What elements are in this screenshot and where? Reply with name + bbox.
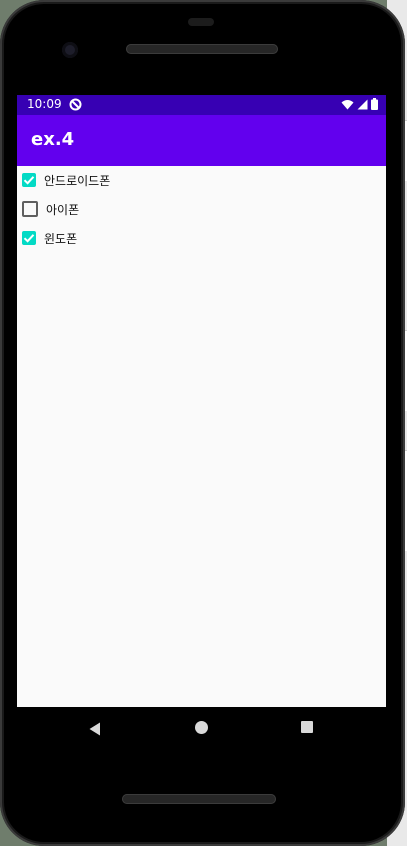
checkbox-label: 윈도폰 [44,231,78,246]
home-icon[interactable] [195,721,208,734]
back-icon[interactable] [89,721,101,740]
bottom-speaker [122,794,276,804]
checkbox-unchecked-icon[interactable] [22,201,38,217]
wifi-icon [341,99,354,109]
status-icons [341,98,378,110]
status-bar: 10:09 [17,95,386,115]
battery-icon [371,98,378,110]
recents-icon[interactable] [301,721,313,733]
app-notification-icon [69,98,82,114]
checkbox-label: 안드로이드폰 [44,173,111,188]
status-time: 10:09 [27,97,62,111]
checkbox-checked-icon[interactable] [22,173,36,187]
phone-screen: 10:09 ex.4 안드로이드폰 아이폰 윈도폰 [17,95,386,748]
checkbox-windows[interactable]: 윈도폰 [22,224,77,252]
checkbox-checked-icon[interactable] [22,231,36,245]
app-title: ex.4 [31,129,75,150]
signal-icon [357,99,368,109]
front-camera-icon [62,42,78,58]
phone-frame: 10:09 ex.4 안드로이드폰 아이폰 윈도폰 [0,0,405,846]
app-bar: ex.4 [17,115,386,166]
checkbox-android[interactable]: 안드로이드폰 [22,166,110,194]
navigation-bar [17,707,386,748]
checkbox-list: 안드로이드폰 아이폰 윈도폰 [17,166,386,707]
checkbox-iphone[interactable]: 아이폰 [22,195,79,223]
earpiece-speaker [126,44,278,54]
proximity-sensor [188,18,214,26]
checkbox-label: 아이폰 [46,202,80,217]
